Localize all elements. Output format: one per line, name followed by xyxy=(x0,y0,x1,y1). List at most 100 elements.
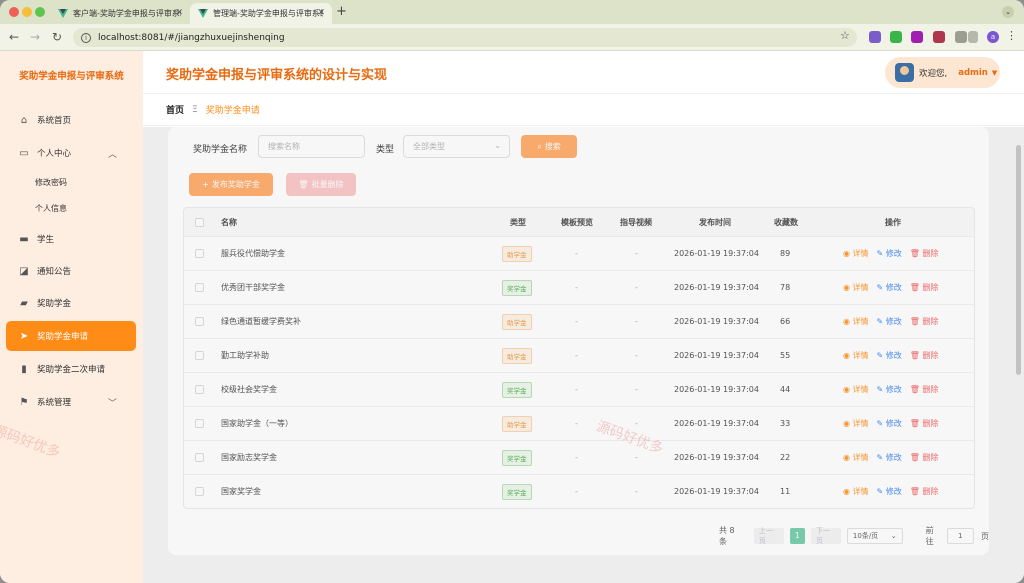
select-all-checkbox[interactable] xyxy=(195,217,204,227)
name-search-input[interactable]: 搜索名称 xyxy=(258,135,365,158)
view-button[interactable]: ◉ 详情 xyxy=(843,384,869,395)
prev-page-button[interactable]: 上一页 xyxy=(753,527,784,545)
extension-scissors-icon[interactable] xyxy=(869,31,881,43)
sidebar-item-home[interactable]: ⌂ 系统首页 xyxy=(0,105,143,135)
user-menu[interactable]: 欢迎您, admin ▼ xyxy=(885,57,1000,88)
view-button[interactable]: ◉ 详情 xyxy=(843,418,869,429)
view-label: 详情 xyxy=(852,385,869,394)
row-checkbox[interactable] xyxy=(195,487,204,496)
type-filter-select[interactable]: 全部类型 ⌄ xyxy=(403,135,510,158)
view-button[interactable]: ◉ 详情 xyxy=(843,452,869,463)
view-button[interactable]: ◉ 详情 xyxy=(843,282,869,293)
delete-button[interactable]: 🗑 删除 xyxy=(910,282,939,293)
edit-button[interactable]: ✎ 修改 xyxy=(877,384,902,395)
delete-button[interactable]: 🗑 删除 xyxy=(910,384,939,395)
extension-green-icon[interactable] xyxy=(890,31,902,43)
delete-button[interactable]: 🗑 删除 xyxy=(910,418,939,429)
edit-label: 修改 xyxy=(885,487,902,496)
row-select-cell xyxy=(195,305,204,338)
cell-fav: 89 xyxy=(780,249,791,258)
sidebar-item-label: 通知公告 xyxy=(37,267,72,277)
eye-icon: ◉ xyxy=(843,385,853,394)
cell-name: 校级社会奖学金 xyxy=(221,385,277,394)
sidebar-item-notices[interactable]: ◪ 通知公告 xyxy=(0,256,143,286)
search-button-label: 搜索 xyxy=(544,142,561,151)
extension-download-icon[interactable] xyxy=(911,31,923,43)
extensions-puzzle-icon[interactable] xyxy=(955,31,967,43)
profile-avatar[interactable]: a xyxy=(987,31,999,43)
row-checkbox[interactable] xyxy=(195,351,204,360)
row-checkbox[interactable] xyxy=(195,419,204,428)
edit-icon: ✎ xyxy=(876,487,886,496)
edit-label: 修改 xyxy=(885,351,902,360)
view-button[interactable]: ◉ 详情 xyxy=(843,248,869,259)
delete-button[interactable]: 🗑 删除 xyxy=(910,452,939,463)
extension-reader-icon[interactable] xyxy=(933,31,945,43)
search-button[interactable]: ⌕ 搜索 xyxy=(521,135,577,158)
new-tab-button[interactable]: + xyxy=(336,4,347,19)
cell-actions: ◉ 详情 ✎ 修改 🗑 删除 xyxy=(843,305,946,338)
forward-arrow-icon[interactable]: → xyxy=(30,30,40,44)
row-select-cell xyxy=(195,373,204,406)
edit-button[interactable]: ✎ 修改 xyxy=(877,282,902,293)
row-checkbox[interactable] xyxy=(195,317,204,326)
breadcrumb-home[interactable]: 首页 xyxy=(166,103,184,116)
sidebar-item-second-application[interactable]: ▮ 奖助学金二次申请 xyxy=(0,354,143,384)
delete-button[interactable]: 🗑 删除 xyxy=(910,316,939,327)
row-checkbox[interactable] xyxy=(195,249,204,258)
eye-icon: ◉ xyxy=(843,419,853,428)
breadcrumb: 首页 Ξ 奖助学金申请 xyxy=(143,94,1024,126)
cell-actions: ◉ 详情 ✎ 修改 🗑 删除 xyxy=(843,475,946,508)
browser-tab-admin[interactable]: 管理端-奖助学金申报与评审系统 ✕ xyxy=(190,3,332,24)
cell-name: 国家奖学金 xyxy=(221,487,261,496)
row-checkbox[interactable] xyxy=(195,453,204,462)
row-checkbox[interactable] xyxy=(195,283,204,292)
edit-button[interactable]: ✎ 修改 xyxy=(877,486,902,497)
delete-button[interactable]: 🗑 删除 xyxy=(910,350,939,361)
edit-button[interactable]: ✎ 修改 xyxy=(877,248,902,259)
view-button[interactable]: ◉ 详情 xyxy=(843,350,869,361)
scrollbar[interactable] xyxy=(1016,145,1021,375)
cell-template: - xyxy=(575,249,578,258)
maximize-window-icon[interactable] xyxy=(35,7,45,17)
home-icon: ⌂ xyxy=(20,114,28,126)
sidebar-item-personal-center[interactable]: ▭ 个人中心 ︿ xyxy=(0,138,143,168)
delete-button[interactable]: 🗑 删除 xyxy=(910,248,939,259)
view-button[interactable]: ◉ 详情 xyxy=(843,316,869,327)
bookmark-star-icon[interactable]: ☆ xyxy=(840,29,850,42)
edit-button[interactable]: ✎ 修改 xyxy=(877,418,902,429)
close-window-icon[interactable] xyxy=(9,7,19,17)
row-checkbox[interactable] xyxy=(195,385,204,394)
tab-close-icon[interactable]: ✕ xyxy=(317,8,325,18)
reload-icon[interactable]: ↻ xyxy=(52,30,62,44)
sidebar-item-students[interactable]: ▬ 学生 xyxy=(0,224,143,254)
back-arrow-icon[interactable]: ← xyxy=(9,30,19,44)
minimize-window-icon[interactable] xyxy=(22,7,32,17)
edit-button[interactable]: ✎ 修改 xyxy=(877,452,902,463)
view-button[interactable]: ◉ 详情 xyxy=(843,486,869,497)
url-bar[interactable]: i localhost:8081/#/jiangzhuxuejinshenqin… xyxy=(73,28,857,47)
publish-scholarship-button[interactable]: + 发布奖助学金 xyxy=(189,173,273,196)
sidebar-item-personal-info[interactable]: 个人信息 xyxy=(0,193,143,223)
delete-button[interactable]: 🗑 删除 xyxy=(910,486,939,497)
edit-button[interactable]: ✎ 修改 xyxy=(877,316,902,327)
browser-tab-client[interactable]: 客户端-奖助学金申报与评审系统 ✕ xyxy=(50,3,190,24)
goto-page-input[interactable]: 1 xyxy=(946,528,974,544)
batch-delete-button[interactable]: 🗑 批量删除 xyxy=(286,173,356,196)
sidebar-item-system-management[interactable]: ⚑ 系统管理 ﹀ xyxy=(0,387,143,417)
page-number-1[interactable]: 1 xyxy=(789,528,805,544)
cell-fav: 55 xyxy=(780,351,791,360)
site-info-icon[interactable]: i xyxy=(81,32,91,43)
sidepanel-icon[interactable] xyxy=(968,31,978,43)
next-page-button[interactable]: 下一页 xyxy=(810,527,841,545)
cell-video: - xyxy=(635,487,638,496)
eye-icon: ◉ xyxy=(843,249,853,258)
tab-close-icon[interactable]: ✕ xyxy=(175,8,183,18)
tab-search-icon[interactable]: ⌄ xyxy=(1002,6,1014,18)
sidebar-item-scholarship-application[interactable]: ➤ 奖助学金申请 xyxy=(6,321,136,351)
page-size-select[interactable]: 10条/页 ⌄ xyxy=(846,528,903,544)
sidebar-item-scholarships[interactable]: ▰ 奖助学金 xyxy=(0,288,143,318)
cell-fav: 11 xyxy=(780,487,791,496)
edit-button[interactable]: ✎ 修改 xyxy=(877,350,902,361)
browser-menu-icon[interactable]: ⋮ xyxy=(1006,29,1017,42)
